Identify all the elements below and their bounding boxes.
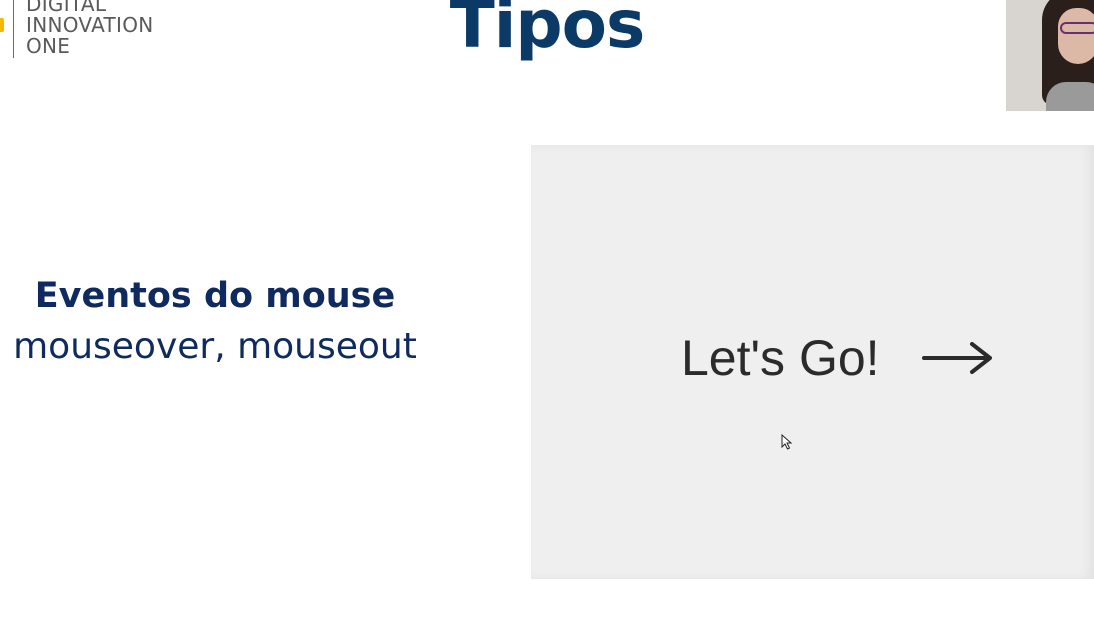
slide-title: Tipos bbox=[449, 0, 646, 63]
lets-go-label: Let's Go! bbox=[681, 330, 880, 386]
topic-heading: Eventos do mouse bbox=[34, 276, 396, 316]
lets-go-button[interactable]: Let's Go! bbox=[681, 333, 994, 383]
demo-panel: Let's Go! bbox=[531, 145, 1094, 579]
mouse-pointer-icon bbox=[781, 434, 793, 450]
presenter-webcam bbox=[1006, 0, 1094, 111]
topic-events: mouseover, mouseout bbox=[13, 326, 417, 367]
long-right-arrow-icon bbox=[921, 342, 992, 374]
